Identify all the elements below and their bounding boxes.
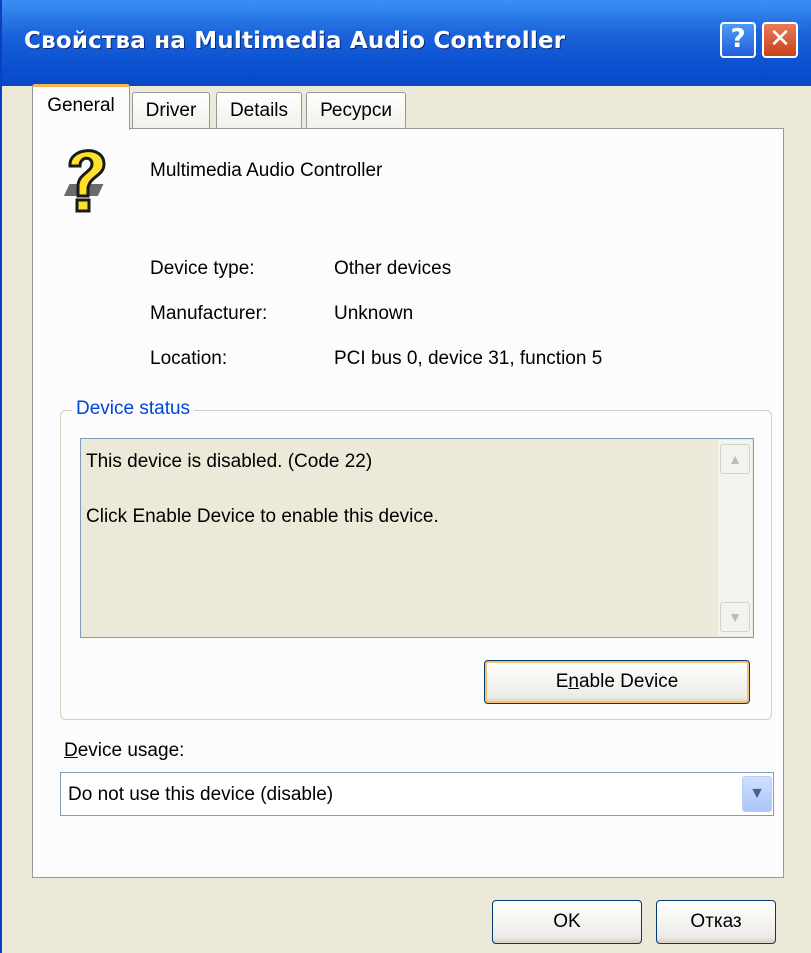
ok-button[interactable]: OK xyxy=(492,900,642,944)
device-type-label: Device type: xyxy=(150,258,255,279)
manufacturer-value: Unknown xyxy=(334,303,414,324)
device-properties-dialog: Свойства на Multimedia Audio Controller … xyxy=(0,0,811,953)
chevron-down-icon[interactable]: ▼ xyxy=(742,776,772,812)
manufacturer-label: Manufacturer: xyxy=(150,303,268,324)
tab-details[interactable]: Details xyxy=(216,92,302,128)
location-value: PCI bus 0, device 31, function 5 xyxy=(334,348,603,369)
cancel-button[interactable]: Отказ xyxy=(656,900,776,944)
status-message: This device is disabled. (Code 22) xyxy=(86,451,373,472)
close-button[interactable]: ✕ xyxy=(762,22,798,58)
status-hint: Click Enable Device to enable this devic… xyxy=(86,506,439,527)
location-label: Location: xyxy=(150,348,228,369)
scroll-down-arrow-icon[interactable]: ▼ xyxy=(720,602,750,632)
enable-device-button[interactable]: Enable Device xyxy=(484,660,750,704)
status-scrollbar[interactable]: ▲ ▼ xyxy=(718,440,752,636)
window-title: Свойства на Multimedia Audio Controller xyxy=(24,28,566,54)
tab-general[interactable]: General xyxy=(32,84,130,130)
scroll-up-arrow-icon[interactable]: ▲ xyxy=(720,444,750,474)
device-status-caption: Device status xyxy=(72,398,195,420)
device-usage-label: Device usage: xyxy=(64,740,185,761)
tab-resources[interactable]: Ресурси xyxy=(306,92,406,128)
tab-driver[interactable]: Driver xyxy=(132,92,210,128)
device-name: Multimedia Audio Controller xyxy=(150,160,383,181)
title-bar[interactable]: Свойства на Multimedia Audio Controller … xyxy=(2,0,811,86)
device-usage-selected-value: Do not use this device (disable) xyxy=(68,784,334,805)
device-type-value: Other devices xyxy=(334,258,452,279)
unknown-device-question-mark-icon xyxy=(63,149,106,213)
help-button[interactable]: ? xyxy=(720,22,756,58)
